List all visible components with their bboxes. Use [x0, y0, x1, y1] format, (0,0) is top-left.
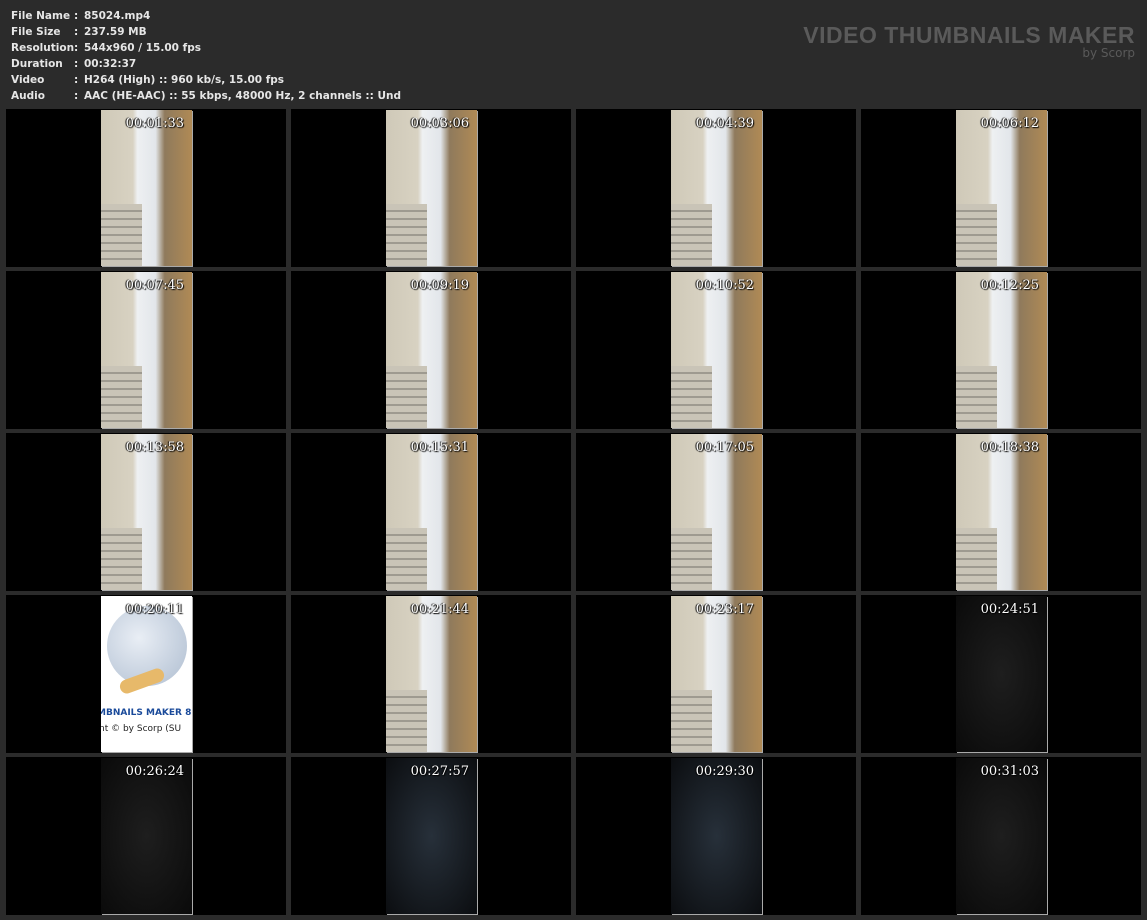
info-separator: :: [74, 42, 79, 54]
thumbnail-cell[interactable]: MBNAILS MAKER 8 nt © by Scorp (SU 00:20:11: [6, 595, 286, 753]
info-label: Video: [11, 74, 45, 86]
timestamp: 00:17:05: [695, 440, 754, 455]
thumbnail-cell[interactable]: 00:07:45: [6, 271, 286, 429]
thumbnail-frame: 00:29:30: [671, 758, 762, 914]
thumbnail-frame: 00:21:44: [386, 596, 477, 752]
brand-title: VIDEO THUMBNAILS MAKER: [803, 22, 1135, 48]
thumbnail-grid: 00:01:33 00:03:06 00:04:39 00:06:12 00:07:45…: [6, 109, 1141, 915]
thumbnail-frame: 00:23:17: [671, 596, 762, 752]
thumbnail-frame: 00:03:06: [386, 110, 477, 266]
timestamp: 00:20:11: [125, 602, 184, 617]
info-label: Audio: [11, 90, 45, 102]
thumbnail-cell[interactable]: 00:31:03: [861, 757, 1141, 915]
timestamp: 00:29:30: [695, 764, 754, 779]
timestamp: 00:27:57: [410, 764, 469, 779]
timestamp: 00:03:06: [410, 116, 469, 131]
thumbnail-frame: 00:10:52: [671, 272, 762, 428]
info-value: 544x960 / 15.00 fps: [84, 42, 201, 54]
thumbnail-cell[interactable]: 00:18:38: [861, 433, 1141, 591]
thumbnail-cell[interactable]: 00:15:31: [291, 433, 571, 591]
info-value: 00:32:37: [84, 58, 137, 70]
thumbnail-frame: 00:15:31: [386, 434, 477, 590]
timestamp: 00:06:12: [980, 116, 1039, 131]
thumbnail-cell[interactable]: 00:24:51: [861, 595, 1141, 753]
brand-watermark: VIDEO THUMBNAILS MAKER by Scorp: [803, 22, 1135, 60]
thumbnail-cell[interactable]: 00:01:33: [6, 109, 286, 267]
timestamp: 00:31:03: [980, 764, 1039, 779]
timestamp: 00:04:39: [695, 116, 754, 131]
info-value: H264 (High) :: 960 kb/s, 15.00 fps: [84, 74, 285, 86]
thumbnail-frame: 00:07:45: [101, 272, 192, 428]
info-label: Resolution: [11, 42, 75, 54]
info-label: Duration: [11, 58, 63, 70]
thumbnail-cell[interactable]: 00:29:30: [576, 757, 856, 915]
thumbnail-cell[interactable]: 00:03:06: [291, 109, 571, 267]
info-separator: :: [74, 10, 79, 22]
info-row: Audio: AAC (HE-AAC) :: 55 kbps, 48000 Hz,…: [11, 88, 401, 104]
logo-copyright: nt © by Scorp (SU: [101, 724, 182, 734]
thumbnail-cell[interactable]: 00:10:52: [576, 271, 856, 429]
timestamp: 00:23:17: [695, 602, 754, 617]
thumbnail-frame: 00:06:12: [956, 110, 1047, 266]
thumbnail-cell[interactable]: 00:26:24: [6, 757, 286, 915]
info-value: 237.59 MB: [84, 26, 147, 38]
thumbnail-cell[interactable]: 00:13:58: [6, 433, 286, 591]
timestamp: 00:26:24: [125, 764, 184, 779]
info-row: File Name:85024.mp4: [11, 8, 401, 24]
info-value: 85024.mp4: [84, 10, 151, 22]
thumbnail-frame: 00:01:33: [101, 110, 192, 266]
thumbnail-cell[interactable]: 00:17:05: [576, 433, 856, 591]
thumbnail-frame: 00:26:24: [101, 758, 192, 914]
thumbnail-frame: 00:31:03: [956, 758, 1047, 914]
info-row: Resolution:544x960 / 15.00 fps: [11, 40, 401, 56]
info-row: Duration:00:32:37: [11, 56, 401, 72]
thumbnail-frame: 00:27:57: [386, 758, 477, 914]
timestamp: 00:21:44: [410, 602, 469, 617]
info-label: File Size: [11, 26, 61, 38]
thumbnail-frame: 00:17:05: [671, 434, 762, 590]
timestamp: 00:12:25: [980, 278, 1039, 293]
info-row: Video: H264 (High) :: 960 kb/s, 15.00 fps: [11, 72, 401, 88]
thumbnail-cell[interactable]: 00:09:19: [291, 271, 571, 429]
timestamp: 00:07:45: [125, 278, 184, 293]
thumbnail-frame: 00:13:58: [101, 434, 192, 590]
timestamp: 00:13:58: [125, 440, 184, 455]
timestamp: 00:10:52: [695, 278, 754, 293]
thumbnail-cell[interactable]: 00:27:57: [291, 757, 571, 915]
info-separator: :: [74, 58, 79, 70]
thumbnail-frame: 00:24:51: [956, 596, 1047, 752]
thumbnail-cell[interactable]: 00:21:44: [291, 595, 571, 753]
thumbnail-frame: 00:12:25: [956, 272, 1047, 428]
thumbnail-cell[interactable]: 00:23:17: [576, 595, 856, 753]
info-separator: :: [74, 74, 79, 86]
info-separator: :: [74, 90, 79, 102]
info-value: AAC (HE-AAC) :: 55 kbps, 48000 Hz, 2 cha…: [84, 90, 401, 102]
thumbnail-cell[interactable]: 00:06:12: [861, 109, 1141, 267]
thumbnail-frame: 00:18:38: [956, 434, 1047, 590]
info-row: File Size:237.59 MB: [11, 24, 401, 40]
thumbnail-frame: 00:09:19: [386, 272, 477, 428]
thumbnail-cell[interactable]: 00:12:25: [861, 271, 1141, 429]
info-separator: :: [74, 26, 79, 38]
timestamp: 00:18:38: [980, 440, 1039, 455]
thumbnail-frame: 00:04:39: [671, 110, 762, 266]
thumbnail-cell[interactable]: 00:04:39: [576, 109, 856, 267]
timestamp: 00:15:31: [410, 440, 469, 455]
timestamp: 00:01:33: [125, 116, 184, 131]
timestamp: 00:09:19: [410, 278, 469, 293]
info-label: File Name: [11, 10, 71, 22]
file-info: File Name:85024.mp4 File Size:237.59 MB Re…: [11, 8, 401, 104]
logo-text: MBNAILS MAKER 8: [101, 708, 192, 718]
thumbnail-frame: MBNAILS MAKER 8 nt © by Scorp (SU 00:20:11: [101, 596, 192, 752]
timestamp: 00:24:51: [980, 602, 1039, 617]
